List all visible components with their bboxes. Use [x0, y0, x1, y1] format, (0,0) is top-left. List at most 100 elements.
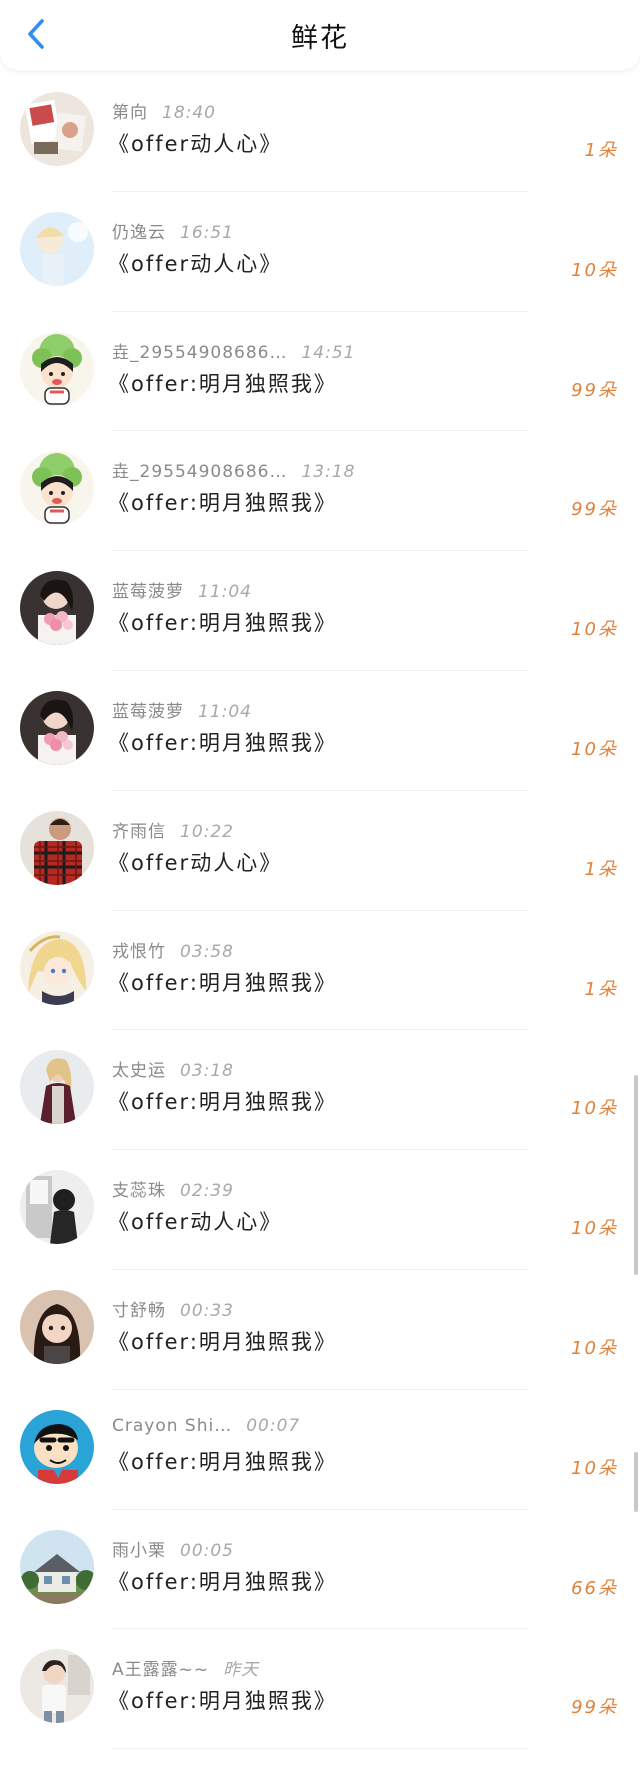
gift-title: 《offer动人心》 [108, 1210, 283, 1235]
gift-title: 《offer:明月独照我》 [108, 1689, 337, 1714]
scrollbar-thumb-lower[interactable] [634, 1452, 638, 1512]
sent-time: 00:33 [180, 1300, 234, 1321]
sender-name: 蓝莓菠萝 [112, 701, 184, 722]
gift-title: 《offer:明月独照我》 [108, 371, 337, 396]
gift-title: 《offer:明月独照我》 [108, 611, 337, 636]
gift-title: 《offer动人心》 [108, 850, 283, 875]
sender-meta: 垚_29554908686… 13:18 [112, 457, 355, 482]
sent-time: 10:22 [180, 821, 234, 842]
flower-count: 10朵 [571, 1457, 618, 1479]
sent-time: 00:07 [246, 1415, 301, 1436]
page-title: 鲜花 [291, 23, 349, 54]
sender-meta: 雨小栗 00:05 [112, 1536, 234, 1561]
sender-name: 支蕊珠 [112, 1181, 166, 1202]
sender-name: 蓝莓菠萝 [112, 582, 184, 603]
avatar[interactable] [20, 930, 94, 1005]
sender-name: 戎恨竹 [112, 941, 166, 962]
flower-count: 10朵 [571, 259, 618, 281]
flower-count: 10朵 [571, 1218, 618, 1240]
top-bar: 鲜花 [0, 0, 640, 70]
sender-name: 雨小栗 [112, 1540, 166, 1561]
avatar-image [20, 810, 94, 885]
flower-count: 1朵 [584, 978, 618, 1000]
flower-count: 99朵 [571, 499, 618, 521]
sender-name: 垚_29554908686… [112, 462, 288, 483]
sent-time: 14:51 [301, 342, 356, 363]
sent-time: 13:18 [301, 462, 356, 483]
avatar-image [20, 930, 94, 1005]
list-item[interactable]: 垚_29554908686… 13:18 《offer:明月独照我》 99朵 [0, 431, 640, 551]
list-item[interactable]: 齐雨信 10:22 《offer动人心》 1朵 [0, 791, 640, 911]
gift-title: 《offer:明月独照我》 [108, 1569, 337, 1594]
avatar-image [20, 92, 94, 166]
gift-title: 《offer:明月独照我》 [108, 1449, 337, 1474]
sent-time: 03:18 [180, 1061, 234, 1082]
sender-name: Crayon Shi… [112, 1415, 233, 1436]
list-item[interactable]: 雨小栗 00:05 《offer:明月独照我》 66朵 [0, 1510, 640, 1630]
sender-name: 齐雨信 [112, 821, 166, 842]
sent-time: 18:40 [162, 103, 216, 123]
sender-meta: 蓝莓菠萝 11:04 [112, 577, 252, 602]
sent-time: 昨天 [223, 1660, 260, 1681]
avatar[interactable] [20, 571, 94, 646]
sent-time: 02:39 [180, 1181, 234, 1202]
sent-time: 11:04 [198, 701, 252, 722]
list-item[interactable]: 第向 18:40 《offer动人心》 1朵 [0, 72, 640, 192]
sent-time: 03:58 [180, 941, 234, 962]
list-item[interactable]: 太史运 03:18 《offer:明月独照我》 10朵 [0, 1030, 640, 1150]
avatar[interactable] [20, 211, 94, 286]
avatar-image [20, 571, 94, 646]
avatar[interactable] [20, 1050, 94, 1125]
flower-count: 10朵 [571, 738, 618, 760]
avatar-image [20, 211, 94, 286]
avatar[interactable] [20, 810, 94, 885]
list-item[interactable]: 寸舒畅 00:33 《offer:明月独照我》 10朵 [0, 1270, 640, 1390]
list-item[interactable]: 支蕊珠 02:39 《offer动人心》 10朵 [0, 1150, 640, 1270]
list-item[interactable]: A王露露~~ 昨天《offer:明月独照我》 99朵 [0, 1629, 640, 1749]
scrollbar-thumb-upper[interactable] [634, 1075, 638, 1275]
avatar-image [20, 1289, 94, 1364]
sender-name: 第向 [112, 103, 148, 123]
gift-title: 《offer:明月独照我》 [108, 730, 337, 755]
sent-time: 00:05 [180, 1540, 234, 1561]
gift-title: 《offer:明月独照我》 [108, 1329, 337, 1354]
avatar[interactable] [20, 1170, 94, 1245]
avatar-image [20, 1649, 94, 1724]
sent-time: 11:04 [198, 582, 252, 603]
sender-name: A王露露~~ [112, 1660, 210, 1681]
avatar[interactable] [20, 690, 94, 765]
flower-count: 99朵 [571, 1697, 618, 1719]
sender-meta: Crayon Shi… 00:07 [112, 1416, 300, 1436]
flower-count: 10朵 [571, 1337, 618, 1359]
avatar-image [20, 690, 94, 765]
avatar[interactable] [20, 331, 94, 406]
avatar[interactable] [20, 92, 94, 166]
gift-title: 《offer:明月独照我》 [108, 491, 337, 516]
list-item[interactable]: 蓝莓菠萝 11:04 《offer:明月独照我》 10朵 [0, 551, 640, 671]
avatar-image [20, 451, 94, 526]
list-item[interactable]: 戎恨竹 03:58 《offer:明月独照我》 1朵 [0, 911, 640, 1031]
sender-meta: 寸舒畅 00:33 [112, 1296, 234, 1321]
list-item[interactable]: Crayon Shi… 00:07 《offer:明月独照我》 10朵 [0, 1390, 640, 1510]
gift-title: 《offer动人心》 [108, 132, 283, 156]
sender-name: 仍逸云 [112, 222, 166, 243]
avatar-image [20, 331, 94, 406]
sender-meta: A王露露~~ 昨天 [112, 1655, 259, 1680]
sender-name: 垚_29554908686… [112, 342, 288, 363]
gift-title: 《offer:明月独照我》 [108, 1090, 337, 1115]
avatar[interactable] [20, 1409, 94, 1484]
list-item[interactable]: 蓝莓菠萝 11:04 《offer:明月独照我》 10朵 [0, 671, 640, 791]
flower-count: 66朵 [571, 1577, 618, 1599]
avatar[interactable] [20, 1649, 94, 1724]
sender-meta: 仍逸云 16:51 [112, 218, 234, 243]
flower-count: 10朵 [571, 1098, 618, 1120]
gift-title: 《offer动人心》 [108, 251, 283, 276]
avatar[interactable] [20, 451, 94, 526]
flower-count: 1朵 [584, 858, 618, 880]
list-item[interactable]: 垚_29554908686… 14:51 《offer:明月独照我》 99朵 [0, 312, 640, 432]
avatar-image [20, 1529, 94, 1604]
list-item[interactable]: 仍逸云 16:51 《offer动人心》 10朵 [0, 192, 640, 312]
avatar[interactable] [20, 1289, 94, 1364]
avatar-image [20, 1170, 94, 1245]
avatar[interactable] [20, 1529, 94, 1604]
